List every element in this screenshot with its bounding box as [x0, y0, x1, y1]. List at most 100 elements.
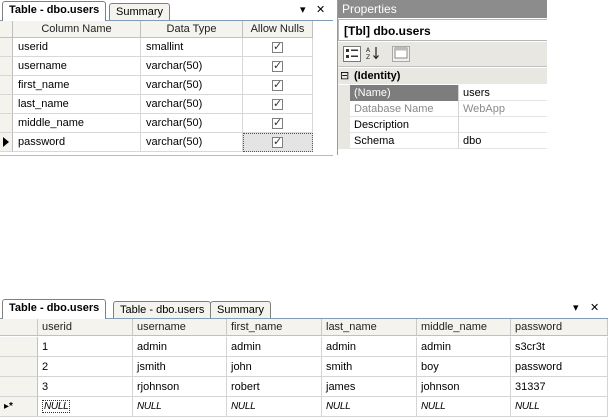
allow-nulls-cell	[243, 57, 313, 76]
window-position-icon[interactable]: ▾	[300, 4, 306, 16]
null-cell[interactable]: NULL	[322, 397, 417, 417]
column-header[interactable]: password	[511, 319, 608, 336]
tab-summary[interactable]: Summary	[109, 3, 171, 20]
column-header[interactable]: username	[133, 319, 227, 336]
tab-table-dbo-users[interactable]: Table - dbo.users	[113, 301, 212, 318]
property-label[interactable]: Schema	[350, 133, 459, 149]
table-cell[interactable]: password	[511, 357, 608, 377]
table-cell[interactable]: johnson	[417, 377, 511, 397]
property-label[interactable]: Description	[350, 117, 459, 133]
null-cell[interactable]: NULL	[38, 397, 133, 417]
allow-nulls-cell	[243, 76, 313, 95]
column-name-cell[interactable]: password	[13, 133, 141, 152]
row-selector[interactable]	[0, 95, 13, 114]
tab-table-dbo-users[interactable]: Table - dbo.users	[2, 1, 107, 21]
property-pages-icon[interactable]	[392, 46, 410, 62]
tab-summary[interactable]: Summary	[210, 301, 272, 318]
table-cell[interactable]: 3	[38, 377, 133, 397]
column-name-cell[interactable]: last_name	[13, 95, 141, 114]
categorized-icon[interactable]	[343, 46, 361, 62]
null-cell[interactable]: NULL	[511, 397, 608, 417]
property-row-schema[interactable]: Schema dbo	[338, 133, 548, 149]
null-cell[interactable]: NULL	[417, 397, 511, 417]
allow-nulls-checkbox[interactable]	[272, 116, 283, 130]
table-cell[interactable]: rjohnson	[133, 377, 227, 397]
property-row-database-name[interactable]: Database Name WebApp	[338, 101, 548, 117]
column-header[interactable]: first_name	[227, 319, 322, 336]
property-label[interactable]: Database Name	[350, 101, 459, 117]
row-selector[interactable]	[0, 337, 38, 357]
data-type-cell[interactable]: smallint	[141, 38, 243, 57]
data-type-cell[interactable]: varchar(50)	[141, 57, 243, 76]
data-type-cell[interactable]: varchar(50)	[141, 95, 243, 114]
row-selector[interactable]	[0, 114, 13, 133]
properties-title: Properties	[338, 0, 548, 18]
column-name-cell[interactable]: username	[13, 57, 141, 76]
property-label[interactable]: (Name)	[350, 85, 459, 101]
property-gutter	[338, 117, 350, 133]
column-name-cell[interactable]: userid	[13, 38, 141, 57]
object-selector[interactable]: [Tbl] dbo.users	[338, 19, 548, 41]
row-selector[interactable]	[0, 133, 13, 152]
category-identity[interactable]: ⊟ (Identity)	[338, 68, 548, 84]
null-cell[interactable]: NULL	[133, 397, 227, 417]
table-cell[interactable]: 2	[38, 357, 133, 377]
allow-nulls-checkbox[interactable]	[272, 59, 283, 73]
results-tabstrip: Table - dbo.users Table - dbo.users Summ…	[0, 299, 608, 319]
data-type-cell[interactable]: varchar(50)	[141, 133, 243, 152]
svg-text:Z: Z	[366, 54, 370, 60]
table-cell[interactable]: boy	[417, 357, 511, 377]
table-cell[interactable]: robert	[227, 377, 322, 397]
row-selector[interactable]	[0, 377, 38, 397]
table-cell[interactable]: s3cr3t	[511, 337, 608, 357]
property-gutter	[338, 101, 350, 117]
allow-nulls-cell	[243, 38, 313, 57]
column-header[interactable]: middle_name	[417, 319, 511, 336]
table-cell[interactable]: 1	[38, 337, 133, 357]
row-selector[interactable]	[0, 357, 38, 377]
table-cell[interactable]: admin	[227, 337, 322, 357]
new-row-marker-icon[interactable]: ▸*	[0, 397, 38, 417]
property-row-description[interactable]: Description	[338, 117, 548, 133]
window-position-icon[interactable]: ▾	[573, 302, 579, 314]
table-cell[interactable]: admin	[133, 337, 227, 357]
column-header[interactable]: last_name	[322, 319, 417, 336]
category-label: (Identity)	[354, 70, 401, 82]
property-value[interactable]: WebApp	[459, 101, 505, 117]
close-icon[interactable]: ✕	[316, 4, 325, 16]
table-cell[interactable]: admin	[322, 337, 417, 357]
null-cell[interactable]: NULL	[227, 397, 322, 417]
property-gutter	[338, 85, 350, 101]
column-name-cell[interactable]: middle_name	[13, 114, 141, 133]
alphabetical-sort-icon[interactable]: AZ	[364, 46, 382, 62]
row-selector[interactable]	[0, 57, 13, 76]
allow-nulls-checkbox[interactable]	[272, 78, 283, 92]
property-value[interactable]	[459, 117, 463, 133]
allow-nulls-checkbox[interactable]	[272, 40, 283, 54]
table-cell[interactable]: 31337	[511, 377, 608, 397]
close-icon[interactable]: ✕	[590, 302, 599, 314]
allow-nulls-checkbox[interactable]	[272, 97, 283, 111]
table-cell[interactable]: smith	[322, 357, 417, 377]
row-selector[interactable]	[0, 76, 13, 95]
data-type-cell[interactable]: varchar(50)	[141, 76, 243, 95]
table-cell[interactable]: admin	[417, 337, 511, 357]
svg-text:A: A	[366, 47, 371, 54]
table-cell[interactable]: john	[227, 357, 322, 377]
collapse-icon[interactable]: ⊟	[340, 68, 349, 84]
property-row-name[interactable]: (Name) users	[338, 85, 548, 101]
table-cell[interactable]: jsmith	[133, 357, 227, 377]
table-cell[interactable]: james	[322, 377, 417, 397]
allow-nulls-cell	[243, 114, 313, 133]
data-type-cell[interactable]: varchar(50)	[141, 114, 243, 133]
row-header-corner	[0, 21, 13, 38]
row-selector[interactable]	[0, 38, 13, 57]
column-name-cell[interactable]: first_name	[13, 76, 141, 95]
column-name-header: Column Name	[13, 21, 141, 38]
property-value[interactable]: dbo	[459, 133, 481, 149]
tab-table-dbo-users-active[interactable]: Table - dbo.users	[2, 299, 107, 319]
property-value[interactable]: users	[459, 85, 490, 101]
allow-nulls-checkbox[interactable]	[272, 135, 283, 149]
column-header[interactable]: userid	[38, 319, 133, 336]
properties-panel: Properties [Tbl] dbo.users AZ ⊟ (Identit…	[337, 0, 548, 155]
